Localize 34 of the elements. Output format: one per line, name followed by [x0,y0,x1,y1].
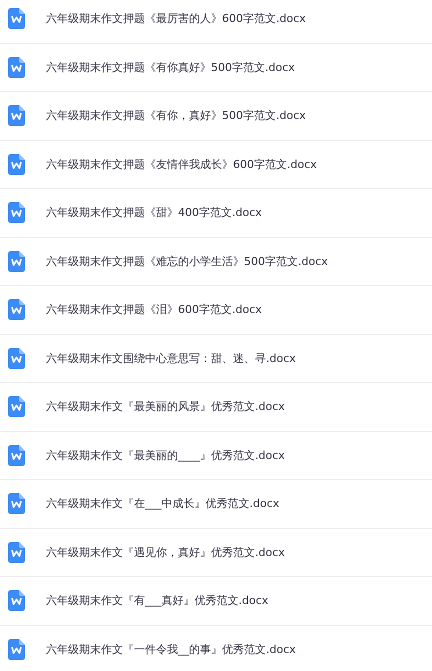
file-name: 六年级期末作文押题《有你，真好》500字范文.docx [46,108,306,124]
document-icon [8,542,25,563]
file-row[interactable]: 六年级期末作文『最美丽的____』优秀范文.docx [0,432,432,480]
document-icon [8,348,25,369]
file-name: 六年级期末作文押题《友情伴我成长》600字范文.docx [46,156,317,172]
file-name: 六年级期末作文押题《泪》600字范文.docx [46,302,262,318]
document-icon [8,590,25,612]
file-name: 六年级期末作文围绕中心意思写：甜、迷、寻.docx [46,350,296,366]
document-icon [8,154,25,175]
document-icon [8,299,25,320]
file-name: 六年级期末作文押题《甜》400字范文.docx [46,205,262,220]
file-name: 六年级期末作文『有___真好』优秀范文.docx [46,593,268,608]
file-row[interactable]: 六年级期末作文押题《难忘的小学生活》500字范文.docx [0,238,432,286]
file-row[interactable]: 六年级期末作文围绕中心意思写：甜、迷、寻.docx [0,334,432,383]
file-name: 六年级期末作文押题《最厉害的人》600字范文.docx [46,11,306,26]
file-name: 六年级期末作文『在___中成长』优秀范文.docx [46,496,280,512]
document-icon [8,444,25,466]
file-name: 六年级期末作文『最美丽的风景』优秀范文.docx [46,399,285,414]
file-row[interactable]: 六年级期末作文『遇见你，真好』优秀范文.docx [0,528,432,577]
file-name: 六年级期末作文『一件令我__的事』优秀范文.docx [46,642,296,657]
file-row[interactable]: 六年级期末作文押题《有你真好》500字范文.docx [0,44,432,92]
file-row[interactable]: 六年级期末作文押题《友情伴我成长》600字范文.docx [0,140,432,189]
document-icon [8,250,25,272]
file-name: 六年级期末作文押题《有你真好》500字范文.docx [46,60,295,75]
document-icon [8,105,25,126]
file-name: 六年级期末作文押题《难忘的小学生活》500字范文.docx [46,254,328,269]
file-name: 六年级期末作文『最美丽的____』优秀范文.docx [46,448,285,463]
document-icon [8,638,25,660]
document-icon [8,56,25,78]
file-name: 六年级期末作文『遇见你，真好』优秀范文.docx [46,544,285,560]
document-icon [8,396,25,418]
document-icon [8,8,25,30]
document-icon [8,493,25,514]
document-icon [8,202,25,224]
